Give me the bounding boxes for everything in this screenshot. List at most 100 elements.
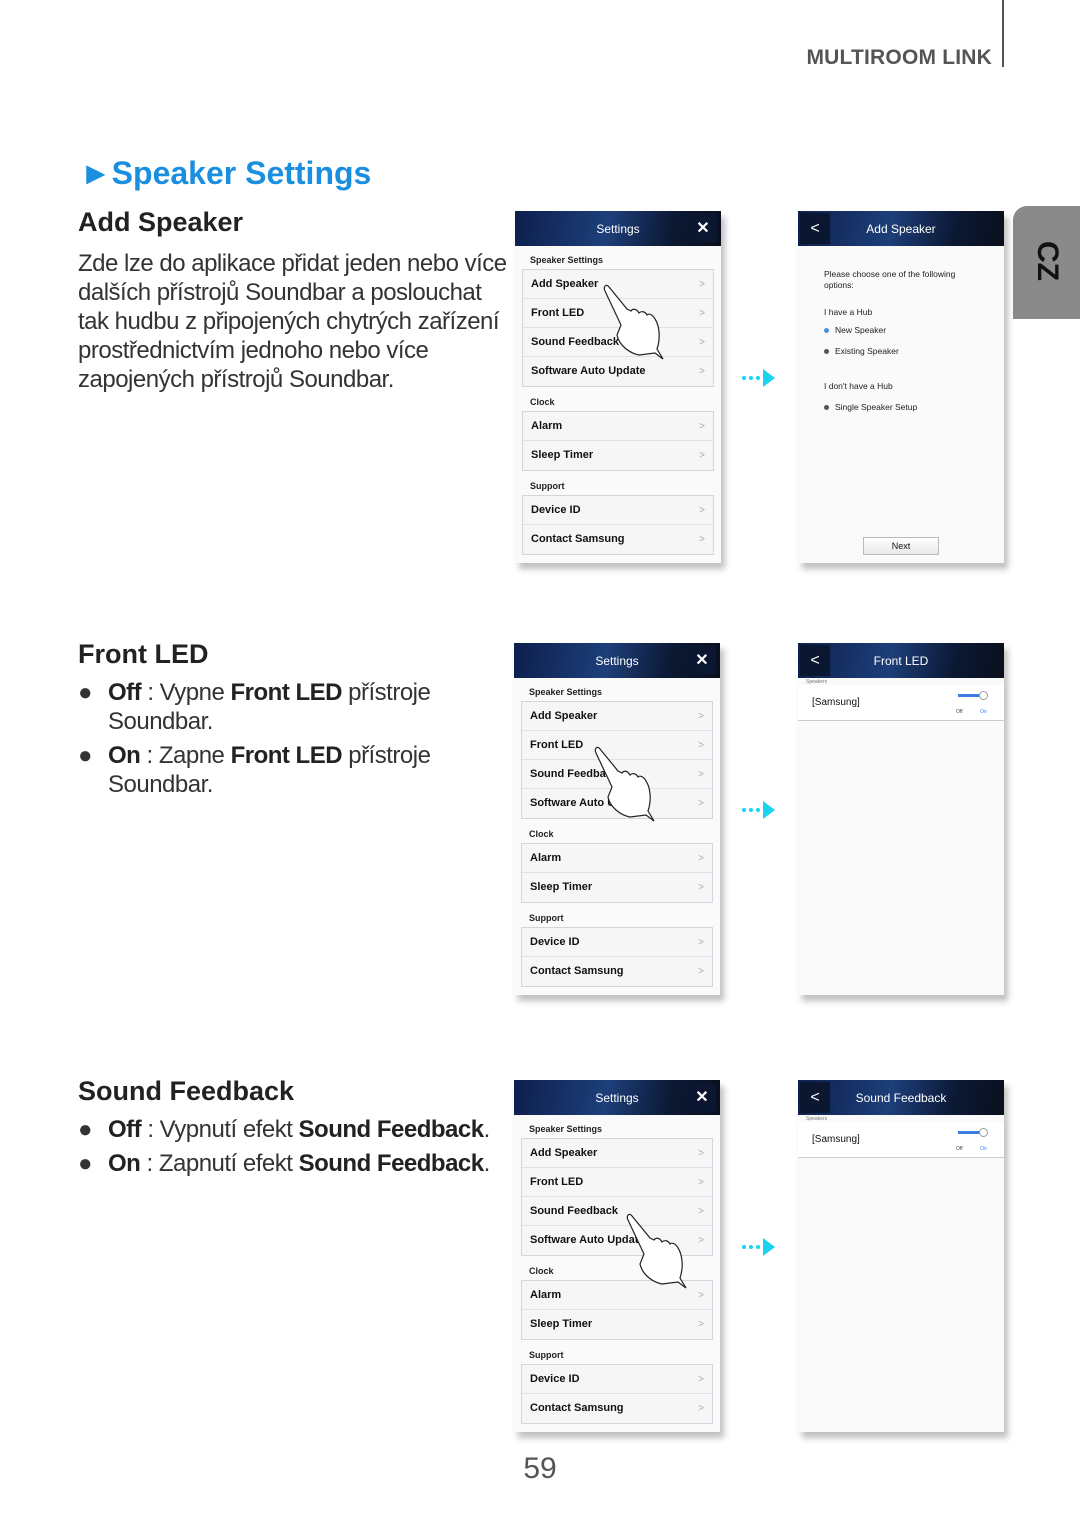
- chevron-right-icon: >: [698, 853, 704, 864]
- settings-item[interactable]: Add Speaker >: [522, 702, 712, 731]
- device-row: [Samsung] Off On: [798, 685, 1004, 721]
- chevron-right-icon: >: [698, 882, 704, 893]
- device-row: [Samsung] Off On: [798, 1122, 1004, 1158]
- settings-item[interactable]: Device ID >: [522, 1365, 712, 1394]
- bullet-key: Off: [108, 679, 142, 706]
- settings-item[interactable]: Device ID >: [522, 928, 712, 957]
- bullet-key: Off: [108, 1116, 142, 1143]
- back-button[interactable]: <: [800, 1082, 830, 1113]
- section-label: Clock: [529, 1266, 554, 1276]
- bullet-dot: ●: [78, 1150, 93, 1177]
- settings-item[interactable]: Software Auto Update >: [523, 357, 713, 386]
- settings-item-label: Alarm: [530, 852, 562, 864]
- page-number: 59: [523, 1452, 557, 1485]
- bullet-text: : Zapne: [140, 742, 231, 769]
- chevron-right-icon: >: [698, 798, 704, 809]
- chevron-right-icon: >: [698, 1374, 704, 1385]
- section-label: Speaker Settings: [529, 1124, 603, 1134]
- settings-item-label: Front LED: [531, 307, 585, 319]
- settings-group: Alarm > Sleep Timer >: [521, 843, 713, 903]
- settings-item-label: Sleep Timer: [530, 1318, 593, 1330]
- section-label: Clock: [529, 829, 554, 839]
- settings-item-label: Contact Samsung: [530, 1402, 624, 1414]
- settings-group: Alarm > Sleep Timer >: [522, 411, 714, 471]
- settings-item[interactable]: Sleep Timer >: [523, 441, 713, 470]
- heading-sound-feedback: Sound Feedback: [78, 1076, 295, 1106]
- toggle-on-label: On: [980, 709, 987, 715]
- page-title-text: Speaker Settings: [111, 155, 372, 191]
- section-label: Support: [530, 481, 565, 491]
- chevron-right-icon: >: [699, 534, 705, 545]
- hand-pointer-icon: [626, 1213, 687, 1289]
- bullet-dot: ●: [78, 742, 93, 769]
- settings-item[interactable]: Alarm >: [522, 844, 712, 873]
- option-existing-speaker[interactable]: Existing Speaker: [824, 346, 899, 356]
- add-speaker-description: Zde lze do aplikace přidat jeden nebo ví…: [78, 250, 507, 393]
- settings-item-label: Front LED: [530, 1176, 584, 1188]
- chevron-right-icon: >: [698, 1290, 704, 1301]
- settings-item-label: Software Auto Update: [531, 365, 646, 377]
- back-button[interactable]: <: [800, 213, 830, 244]
- arrow-right-icon: [742, 1238, 775, 1256]
- option-single-speaker[interactable]: Single Speaker Setup: [824, 402, 917, 412]
- bullet-text: .: [483, 1150, 491, 1177]
- chevron-right-icon: >: [698, 937, 704, 948]
- settings-item[interactable]: Front LED >: [522, 1168, 712, 1197]
- chevron-right-icon: >: [698, 1403, 704, 1414]
- settings-group: Device ID > Contact Samsung >: [522, 495, 714, 555]
- chevron-right-icon: >: [699, 421, 705, 432]
- settings-item-label: Alarm: [530, 1289, 562, 1301]
- toggle-off-label: Off: [956, 709, 963, 715]
- option-new-speaker[interactable]: New Speaker: [824, 325, 886, 335]
- heading-front-led: Front LED: [78, 639, 209, 669]
- settings-item-label: Contact Samsung: [531, 533, 625, 545]
- arrow-right-icon: [742, 801, 775, 819]
- chevron-right-icon: >: [699, 450, 705, 461]
- settings-item[interactable]: Sleep Timer >: [522, 873, 712, 902]
- settings-item[interactable]: Device ID >: [523, 496, 713, 525]
- toggle-switch[interactable]: [958, 691, 988, 701]
- heading-add-speaker: Add Speaker: [78, 207, 244, 237]
- section-label: Speaker Settings: [529, 687, 603, 697]
- chevron-right-icon: >: [698, 1148, 704, 1159]
- chevron-right-icon: >: [698, 740, 704, 751]
- hand-pointer-icon: [594, 746, 655, 822]
- chevron-right-icon: >: [698, 1177, 704, 1188]
- settings-screen: Settings ✕ Speaker Settings Add Speaker > Fro…: [514, 643, 720, 995]
- settings-item[interactable]: Contact Samsung >: [522, 1394, 712, 1423]
- settings-item-label: Device ID: [530, 1373, 580, 1385]
- settings-item[interactable]: Add Speaker >: [522, 1139, 712, 1168]
- chevron-right-icon: >: [699, 505, 705, 516]
- toggle-on-label: On: [980, 1146, 987, 1152]
- section-label: Support: [529, 1350, 564, 1360]
- toggle-switch[interactable]: [958, 1128, 988, 1138]
- device-name: [Samsung]: [812, 1134, 860, 1145]
- chevron-right-icon: >: [698, 966, 704, 977]
- back-button[interactable]: <: [800, 645, 830, 676]
- settings-group: Device ID > Contact Samsung >: [521, 927, 713, 987]
- close-button[interactable]: ✕: [688, 1083, 716, 1112]
- chevron-right-icon: >: [699, 366, 705, 377]
- settings-item-label: Contact Samsung: [530, 965, 624, 977]
- close-button[interactable]: ✕: [689, 214, 717, 243]
- settings-group: Device ID > Contact Samsung >: [521, 1364, 713, 1424]
- bullet-sound-feedback-off: ● Off : Vypnutí efekt Sound Feedback.: [78, 1115, 568, 1144]
- settings-item-label: Device ID: [531, 504, 581, 516]
- settings-screen: Settings ✕ Speaker Settings Add Speaker > Fro…: [515, 211, 721, 563]
- option-label: New Speaker: [835, 325, 887, 335]
- next-button[interactable]: Next: [863, 537, 939, 555]
- add-speaker-screen: Add Speaker < Please choose one of the f…: [798, 211, 1004, 563]
- settings-item[interactable]: Alarm >: [523, 412, 713, 441]
- option-label: Single Speaker Setup: [835, 402, 918, 412]
- settings-item[interactable]: Contact Samsung >: [523, 525, 713, 554]
- bullet-bold: Front LED: [230, 679, 343, 706]
- settings-item-label: Add Speaker: [530, 1147, 598, 1159]
- bullet-text: .: [483, 1116, 491, 1143]
- settings-item[interactable]: Sleep Timer >: [522, 1310, 712, 1339]
- chevron-right-icon: >: [698, 711, 704, 722]
- close-button[interactable]: ✕: [688, 646, 716, 675]
- bullet-key: On: [108, 1150, 141, 1177]
- settings-item[interactable]: Contact Samsung >: [522, 957, 712, 986]
- chevron-right-icon: >: [699, 308, 705, 319]
- toggle-knob: [979, 1128, 988, 1137]
